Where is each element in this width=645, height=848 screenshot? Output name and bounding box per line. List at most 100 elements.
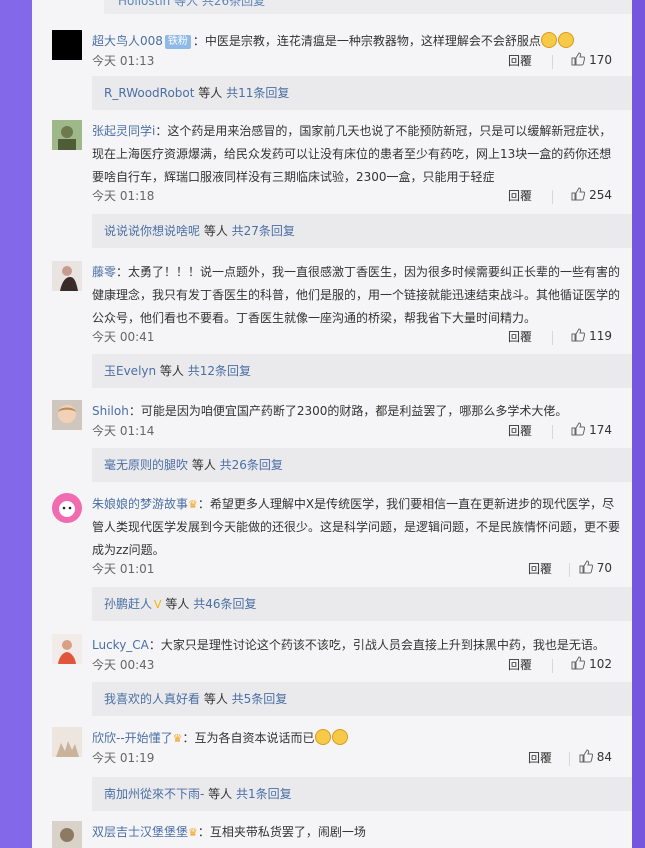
subreply-box[interactable]: 说说说你想说啥呢 等人 共27条回复 xyxy=(92,214,632,248)
subreply-count[interactable]: 共27条回复 xyxy=(232,224,295,238)
comment-author[interactable]: 超大鸟人008 xyxy=(92,34,163,48)
comment-text: ：中医是宗教，连花清瘟是一种宗教器物，这样理解会不会舒服点 xyxy=(192,34,541,48)
thumbs-up-icon xyxy=(571,656,586,670)
subreply-etc: 等人 xyxy=(188,458,220,472)
subreply-count[interactable]: 共11条回复 xyxy=(226,86,289,100)
right-scrollbar-track[interactable] xyxy=(632,0,645,848)
comment-body: Shiloh：可能是因为咱便宜国产药断了2300的财路，都是利益罢了，哪那么多学… xyxy=(92,400,622,423)
emoji-icon xyxy=(540,32,557,48)
comment-text: ：互相夹带私货罢了，闹剧一场 xyxy=(197,825,366,839)
reply-button[interactable]: 回覆 xyxy=(508,656,532,673)
comment-body: Lucky_CA：大家只是理性讨论这个药该不该吃，引战人员会直接上升到抹黑中药，… xyxy=(92,634,622,657)
comment-author[interactable]: 朱娘娘的梦游故事 xyxy=(92,497,188,511)
comment-body: 欣欣--开始懂了♛：互为各自资本说话而已 xyxy=(92,727,622,750)
reply-button[interactable]: 回覆 xyxy=(508,52,532,69)
fan-badge: 铁粉 xyxy=(164,35,191,49)
comment-time: 今天 00:41 xyxy=(92,330,155,344)
avatar[interactable] xyxy=(52,30,82,60)
crown-icon: ♛ xyxy=(188,498,198,511)
avatar[interactable] xyxy=(52,821,82,848)
reply-button[interactable]: 回覆 xyxy=(508,422,532,439)
divider xyxy=(552,331,553,345)
subreply-count[interactable]: 共1条回复 xyxy=(236,787,292,801)
like-button[interactable]: 170 xyxy=(571,52,612,67)
emoji-icon xyxy=(557,32,574,48)
comment-time: 今天 00:43 xyxy=(92,658,155,672)
comment-author[interactable]: Shiloh xyxy=(92,404,129,418)
like-count: 70 xyxy=(596,561,612,575)
comment-body: 朱娘娘的梦游故事♛：希望更多人理解中X是传统医学，我们要相信一直在更新进步的现代… xyxy=(92,493,622,562)
like-button[interactable]: 119 xyxy=(571,328,612,343)
comment-body: 张起灵同学i：这个药是用来治感冒的，国家前几天也说了不能预防新冠，只是可以缓解新… xyxy=(92,120,622,189)
comment-meta: 今天 01:01 回覆 70 xyxy=(92,560,612,580)
divider xyxy=(552,190,553,204)
subreply-partial-text: Hollostin 等人 共26条回复 xyxy=(118,0,266,8)
subreply-box[interactable]: 毫无原则的腿吹 等人 共26条回复 xyxy=(92,448,632,482)
reply-button[interactable]: 回覆 xyxy=(508,187,532,204)
like-button[interactable]: 102 xyxy=(571,656,612,671)
subreply-count[interactable]: 共12条回复 xyxy=(188,364,251,378)
comments-panel: Hollostin 等人 共26条回复 超大鸟人008 铁粉 ：中医是宗教，连花清瘟… xyxy=(32,0,632,848)
avatar[interactable] xyxy=(52,727,82,757)
subreply-etc: 等人 xyxy=(200,224,232,238)
subreply-user[interactable]: 毫无原则的腿吹 xyxy=(104,458,188,472)
subreply-box[interactable]: 孙鹏赶人 V 等人 共46条回复 xyxy=(92,587,632,621)
avatar[interactable] xyxy=(52,493,82,523)
thumbs-up-icon xyxy=(571,187,586,201)
subreply-user[interactable]: 我喜欢的人真好看 xyxy=(104,692,200,706)
subreply-box[interactable]: 玉Evelyn 等人 共12条回复 xyxy=(92,354,632,388)
like-button[interactable]: 84 xyxy=(579,749,612,764)
comment-time: 今天 01:14 xyxy=(92,424,155,438)
emoji-icon xyxy=(314,729,331,745)
subreply-box[interactable]: 南加州從來不下雨- 等人 共1条回复 xyxy=(92,777,632,811)
subreply-user[interactable]: R_RWoodRobot xyxy=(104,86,194,100)
like-count: 84 xyxy=(596,750,612,764)
like-count: 170 xyxy=(589,53,612,67)
crown-icon: ♛ xyxy=(188,826,198,839)
subreply-user[interactable]: 玉Evelyn xyxy=(104,364,156,378)
comment-time: 今天 01:18 xyxy=(92,189,155,203)
subreply-user[interactable]: 南加州從來不下雨- xyxy=(104,787,204,801)
avatar[interactable] xyxy=(52,120,82,150)
comment-meta: 今天 00:41 回覆 119 xyxy=(92,328,612,348)
like-button[interactable]: 70 xyxy=(579,560,612,575)
subreply-etc: 等人 xyxy=(156,364,188,378)
comment-time: 今天 01:19 xyxy=(92,751,155,765)
divider xyxy=(569,563,570,577)
subreply-count[interactable]: 共26条回复 xyxy=(220,458,283,472)
comment-meta: 今天 01:19 回覆 84 xyxy=(92,749,612,769)
subreply-etc: 等人 xyxy=(200,692,232,706)
subreply-user[interactable]: 说说说你想说啥呢 xyxy=(104,224,200,238)
comment-meta: 今天 01:14 回覆 174 xyxy=(92,422,612,442)
like-button[interactable]: 174 xyxy=(571,422,612,437)
comment-author[interactable]: 藤零 xyxy=(92,265,116,279)
avatar[interactable] xyxy=(52,400,82,430)
comment-author[interactable]: 双层吉士汉堡堡堡 xyxy=(92,825,188,839)
subreply-etc: 等人 xyxy=(194,86,227,100)
avatar[interactable] xyxy=(52,634,82,664)
subreply-box-partial[interactable]: Hollostin 等人 共26条回复 xyxy=(104,0,632,14)
comment-author[interactable]: 欣欣--开始懂了 xyxy=(92,731,173,745)
subreply-count[interactable]: 共5条回复 xyxy=(232,692,288,706)
avatar[interactable] xyxy=(52,261,82,291)
like-button[interactable]: 254 xyxy=(571,187,612,202)
comment-text: ：可能是因为咱便宜国产药断了2300的财路，都是利益罢了，哪那么多学术大佬。 xyxy=(128,404,568,418)
subreply-etc: 等人 xyxy=(204,787,236,801)
reply-button[interactable]: 回覆 xyxy=(508,328,532,345)
thumbs-up-icon xyxy=(579,560,593,574)
thumbs-up-icon xyxy=(571,422,586,436)
subreply-box[interactable]: R_RWoodRobot 等人 共11条回复 xyxy=(92,76,632,110)
emoji-icon xyxy=(331,729,348,745)
comment-meta: 今天 00:43 回覆 102 xyxy=(92,656,612,676)
comment-time: 今天 01:13 xyxy=(92,54,155,68)
like-count: 174 xyxy=(589,423,612,437)
reply-button[interactable]: 回覆 xyxy=(528,560,552,577)
like-count: 119 xyxy=(589,329,612,343)
subreply-user[interactable]: 孙鹏赶人 xyxy=(104,597,152,611)
subreply-box[interactable]: 我喜欢的人真好看 等人 共5条回复 xyxy=(92,682,632,716)
reply-button[interactable]: 回覆 xyxy=(528,749,552,766)
comment-author[interactable]: Lucky_CA xyxy=(92,638,149,652)
comment-author[interactable]: 张起灵同学i xyxy=(92,124,155,138)
like-count: 102 xyxy=(589,657,612,671)
subreply-count[interactable]: 共46条回复 xyxy=(193,597,256,611)
